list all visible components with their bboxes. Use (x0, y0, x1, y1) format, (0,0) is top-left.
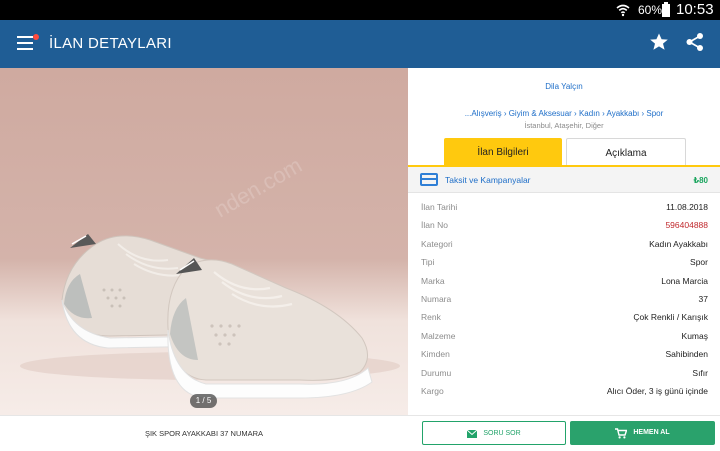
detail-value: Sıfır (692, 367, 708, 378)
ask-question-label: SORU SOR (483, 430, 521, 437)
buy-now-button[interactable]: HEMEN AL (570, 421, 715, 445)
page-title: İLAN DETAYLARI (49, 35, 172, 52)
detail-row: Renk Çok Renkli / Karışık (408, 308, 720, 326)
detail-value: 37 (698, 293, 708, 304)
detail-value: Çok Renkli / Karışık (633, 312, 708, 323)
detail-value: Kumaş (681, 330, 708, 341)
detail-value: Lona Marcia (661, 275, 708, 286)
ask-question-button[interactable]: SORU SOR (422, 421, 566, 445)
location: İstanbul, Ataşehir, Diğer (524, 121, 604, 130)
detail-key: Tipi (421, 257, 435, 268)
promo-badge: ₺80 (693, 176, 708, 185)
detail-key: İlan Tarihi (421, 202, 458, 212)
detail-row: Durumu Sıfır (408, 364, 720, 382)
detail-row: Marka Lona Marcia (408, 272, 720, 290)
detail-row: İlan Tarihi 11.08.2018 (408, 198, 720, 216)
detail-key: Durumu (421, 367, 452, 378)
detail-key: Numara (421, 293, 452, 304)
detail-value: 11.08.2018 (666, 202, 708, 212)
listing-number: 596404888 (665, 220, 708, 231)
product-title: ŞIK SPOR AYAKKABI 37 NUMARA (144, 429, 264, 438)
breadcrumb[interactable]: ...Alışveriş › Giyim & Aksesuar › Kadın … (408, 109, 720, 118)
detail-key: Kategori (421, 238, 453, 249)
battery-icon (662, 2, 670, 17)
sneakers-image: nden.com (20, 152, 400, 399)
mail-icon (467, 430, 478, 438)
svg-text:nden.com: nden.com (210, 152, 306, 222)
buy-now-label: HEMEN AL (633, 429, 670, 436)
detail-value: Spor (690, 257, 708, 268)
credit-card-icon (420, 173, 438, 186)
detail-row: Malzeme Kumaş (408, 327, 720, 345)
detail-key: İlan No (421, 220, 448, 231)
detail-key: Kimden (421, 349, 450, 360)
menu-icon[interactable] (17, 34, 39, 51)
detail-value: Sahibinden (665, 349, 708, 360)
listing-panel: Dila Yalçın ...Alışveriş › Giyim & Akses… (408, 68, 720, 415)
detail-row: Kimden Sahibinden (408, 345, 720, 363)
bottom-bar: ŞIK SPOR AYAKKABI 37 NUMARA SORU SOR HEM… (0, 415, 720, 451)
detail-key: Marka (421, 275, 445, 286)
clock: 10:53 (676, 1, 714, 18)
status-bar: 60% 10:53 (0, 0, 720, 20)
detail-key: Malzeme (421, 330, 456, 341)
app-bar: İLAN DETAYLARI (0, 20, 720, 68)
detail-value: Kadın Ayakkabı (649, 238, 708, 249)
detail-row: Tipi Spor (408, 253, 720, 271)
detail-key: Kargo (421, 385, 444, 396)
notification-dot (33, 34, 39, 40)
detail-value: Alıcı Öder, 3 iş günü içinde (606, 385, 708, 396)
promo-row[interactable]: Taksit ve Kampanyalar ₺80 (408, 167, 720, 193)
detail-key: Renk (421, 312, 441, 323)
details-list: İlan Tarihi 11.08.2018 İlan No 596404888 K… (408, 198, 720, 400)
battery-percent: 60% (638, 3, 663, 17)
detail-row: Numara 37 (408, 290, 720, 308)
star-icon[interactable] (649, 32, 669, 52)
tab-ilan-bilgileri[interactable]: İlan Bilgileri (444, 138, 562, 166)
wifi-icon (616, 4, 630, 17)
cart-icon (615, 427, 628, 438)
share-icon[interactable] (685, 32, 705, 52)
photo-pager: 1 / 5 (190, 394, 217, 408)
promo-label: Taksit ve Kampanyalar (445, 175, 531, 185)
seller-name[interactable]: Dila Yalçın (408, 82, 720, 91)
detail-row: Kargo Alıcı Öder, 3 iş günü içinde (408, 382, 720, 400)
tab-aciklama[interactable]: Açıklama (566, 138, 686, 166)
product-photo[interactable]: nden.com 1 / 5 (0, 68, 408, 415)
detail-row: Kategori Kadın Ayakkabı (408, 235, 720, 253)
detail-row: İlan No 596404888 (408, 216, 720, 234)
